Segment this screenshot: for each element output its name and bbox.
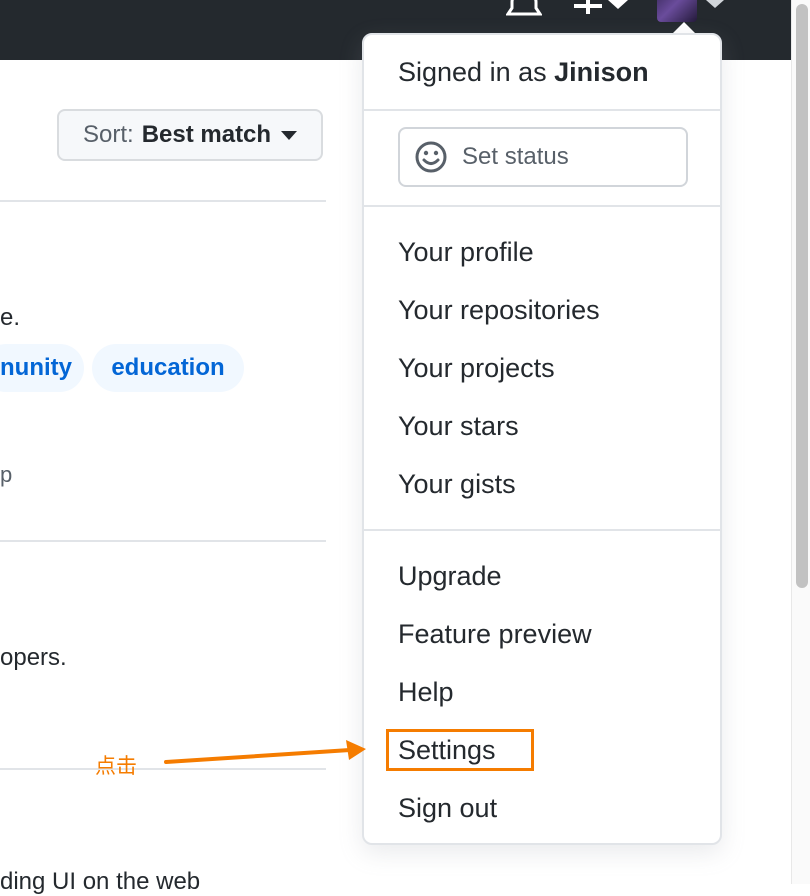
avatar[interactable] xyxy=(657,0,697,22)
smiley-icon xyxy=(415,141,447,173)
caret-down-icon[interactable] xyxy=(608,0,628,10)
scrollbar-thumb[interactable] xyxy=(796,4,808,588)
annotation-arrow-icon xyxy=(164,740,366,764)
bell-icon[interactable] xyxy=(506,0,542,20)
signed-in-header: Signed in as Jinison xyxy=(398,57,649,88)
menu-divider xyxy=(364,109,720,111)
annotation-label: 点击 xyxy=(95,755,137,778)
username: Jinison xyxy=(554,57,649,87)
result-description: ding UI on the web xyxy=(0,868,201,895)
menu-item-your-projects[interactable]: Your projects xyxy=(398,353,555,384)
plus-icon[interactable] xyxy=(574,0,602,16)
result-divider xyxy=(0,200,326,202)
menu-item-your-repositories[interactable]: Your repositories xyxy=(398,295,600,326)
sort-label: Sort: xyxy=(83,121,134,148)
topic-tag-community[interactable]: nunity xyxy=(0,344,84,392)
result-description: e. xyxy=(0,304,21,331)
result-divider xyxy=(0,540,326,542)
menu-item-feature-preview[interactable]: Feature preview xyxy=(398,619,592,650)
menu-item-your-profile[interactable]: Your profile xyxy=(398,237,534,268)
menu-item-your-stars[interactable]: Your stars xyxy=(398,411,519,442)
settings-highlight-box xyxy=(386,729,534,771)
caret-down-icon[interactable] xyxy=(706,0,724,9)
set-status-label: Set status xyxy=(462,143,569,170)
result-description: opers. xyxy=(0,644,67,671)
caret-down-icon xyxy=(281,130,298,140)
menu-divider xyxy=(364,205,720,207)
topic-tag-education[interactable]: education xyxy=(92,344,244,392)
set-status-button[interactable]: Set status xyxy=(398,127,688,187)
signed-in-prefix: Signed in as xyxy=(398,57,547,87)
menu-divider xyxy=(364,529,720,531)
user-dropdown-menu: Signed in as Jinison Set status Your pro… xyxy=(362,33,722,845)
sort-value: Best match xyxy=(141,121,272,148)
menu-item-sign-out[interactable]: Sign out xyxy=(398,793,497,824)
page-scrollbar[interactable] xyxy=(791,0,810,884)
sort-dropdown-button[interactable]: Sort: Best match xyxy=(57,109,323,161)
menu-item-upgrade[interactable]: Upgrade xyxy=(398,561,502,592)
menu-item-help[interactable]: Help xyxy=(398,677,454,708)
result-meta: p xyxy=(0,462,13,487)
menu-item-your-gists[interactable]: Your gists xyxy=(398,469,516,500)
